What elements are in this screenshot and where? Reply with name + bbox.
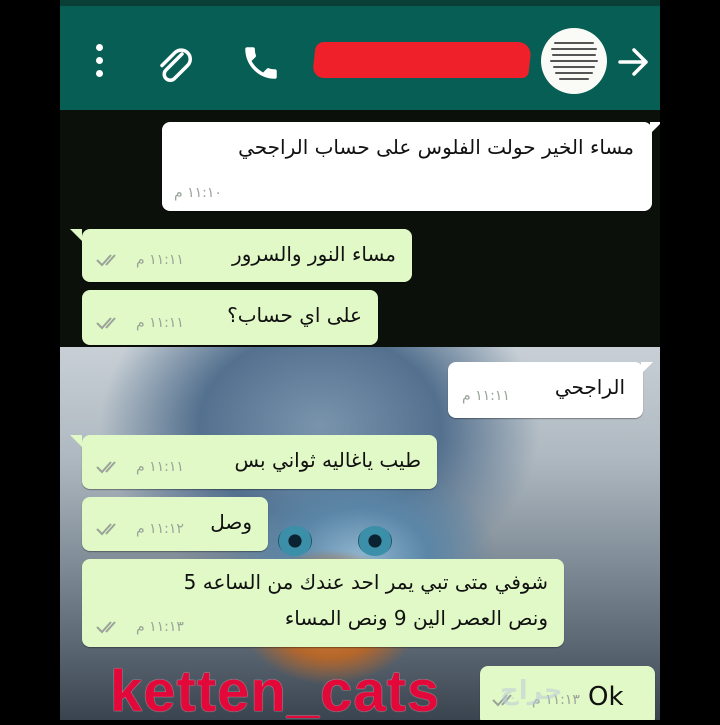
message-time: ١١:١٣ م	[136, 619, 184, 635]
avatar[interactable]	[541, 28, 607, 94]
more-vert-icon[interactable]	[94, 44, 104, 80]
double-check-icon	[96, 621, 116, 634]
phone-icon[interactable]	[240, 42, 282, 84]
double-check-icon	[96, 317, 116, 330]
arrow-right-icon[interactable]	[616, 44, 650, 80]
message-bubble-outgoing[interactable]: وصل ١١:١٢ م	[82, 497, 268, 551]
chat-area[interactable]: مساء الخير حولت الفلوس على حساب الراجحي …	[60, 110, 660, 720]
message-time: ١١:١٢ م	[136, 521, 184, 537]
message-bubble-outgoing[interactable]: شوفي متى تبي يمر احد عندك من الساعه 5 ون…	[82, 559, 564, 647]
chat-header	[60, 0, 660, 110]
paperclip-icon[interactable]	[154, 44, 198, 88]
message-time: ١١:١١ م	[462, 388, 510, 404]
redacted-contact-name	[312, 42, 532, 78]
message-text-line-1: شوفي متى تبي يمر احد عندك من الساعه 5	[183, 570, 548, 594]
watermark-text: ketten_cats	[110, 659, 441, 724]
message-bubble-outgoing[interactable]: مساء النور والسرور ١١:١١ م	[70, 229, 412, 282]
kitten-eye-right	[358, 526, 392, 556]
message-time: ١١:١٠ م	[174, 185, 222, 201]
message-time: ١١:١١ م	[136, 252, 184, 268]
double-check-icon	[96, 523, 116, 536]
message-time: ١١:١١ م	[136, 315, 184, 331]
chat-screen: مساء الخير حولت الفلوس على حساب الراجحي …	[60, 0, 660, 720]
message-bubble-incoming[interactable]: مساء الخير حولت الفلوس على حساب الراجحي …	[162, 122, 660, 211]
double-check-icon	[96, 461, 116, 474]
message-text: مساء الخير حولت الفلوس على حساب الراجحي	[238, 135, 634, 159]
double-check-icon	[96, 254, 116, 267]
message-text: Ok	[588, 682, 624, 712]
message-bubble-outgoing[interactable]: طيب ياغاليه ثواني بس ١١:١١ م	[70, 435, 437, 489]
haraj-logo-watermark: حراج	[500, 676, 563, 706]
message-bubble-incoming[interactable]: الراجحي ١١:١١ م	[448, 362, 653, 418]
message-time: ١١:١١ م	[136, 459, 184, 475]
message-bubble-outgoing[interactable]: على اي حساب؟ ١١:١١ م	[82, 290, 378, 345]
kitten-eye-left	[278, 526, 312, 556]
